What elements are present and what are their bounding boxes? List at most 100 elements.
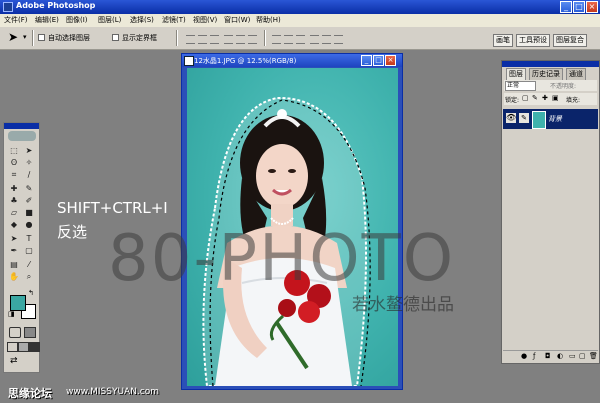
align-bottom-icon[interactable]	[210, 35, 219, 44]
site-name: 思缘论坛	[8, 387, 52, 400]
site-url: www.MISSYUAN.com	[66, 387, 160, 397]
close-button[interactable]: ×	[586, 1, 598, 13]
auto-select-layer-checkbox[interactable]	[38, 34, 45, 41]
title-bar: Adobe Photoshop _ □ ×	[0, 0, 600, 14]
menu-window[interactable]: 窗口(W)	[224, 15, 250, 25]
screen-mode-menubar-icon[interactable]	[18, 342, 29, 352]
layer-row-background[interactable]: 👁 ✎ 背景	[503, 109, 598, 129]
align-left-icon[interactable]	[224, 35, 233, 44]
healing-brush-icon[interactable]: ✚	[8, 183, 20, 194]
clone-stamp-icon[interactable]: ♣	[8, 195, 20, 206]
tab-channels[interactable]: 通道	[566, 68, 586, 80]
hand-tool-icon[interactable]: ✋	[8, 271, 20, 282]
layer-style-icon[interactable]: ƒ	[533, 352, 535, 360]
document-title-bar[interactable]: 12水晶1.JPG @ 12.5%(RGB/8) _ □ ×	[182, 54, 402, 67]
eyedropper-tool-icon[interactable]: ⁄	[23, 259, 35, 270]
screen-mode-standard-icon[interactable]	[7, 342, 18, 352]
lock-position-icon[interactable]: ✚	[542, 94, 548, 102]
action-annotation: 反选	[57, 223, 88, 241]
move-tool-icon[interactable]: ➤	[8, 30, 18, 44]
slice-tool-icon[interactable]: ∕	[23, 169, 35, 180]
foreground-color-swatch[interactable]	[10, 295, 26, 311]
palette-tab-brushes[interactable]: 画笔	[493, 34, 513, 47]
toolbox-header[interactable]	[4, 123, 39, 129]
separator	[264, 30, 266, 46]
layers-panel-header[interactable]	[502, 61, 599, 67]
align-top-icon[interactable]	[186, 35, 195, 44]
doc-maximize-button[interactable]: □	[373, 55, 384, 66]
show-bounding-box-checkbox[interactable]	[112, 34, 119, 41]
layer-mask-icon[interactable]: ◘	[545, 352, 551, 360]
path-selection-icon[interactable]: ➤	[8, 233, 20, 244]
align-hcenter-icon[interactable]	[236, 35, 245, 44]
quick-mask-mode-icon[interactable]	[24, 327, 36, 338]
distribute-vcenter-icon[interactable]	[284, 35, 293, 44]
menu-layer[interactable]: 图层(L)	[98, 15, 121, 25]
watermark-subtext: 若水鳌德出品	[352, 295, 454, 315]
pen-tool-icon[interactable]: ✒	[8, 245, 20, 256]
distribute-bottom-icon[interactable]	[296, 35, 305, 44]
marquee-tool-icon[interactable]: ⬚	[8, 145, 20, 156]
menu-file[interactable]: 文件(F)	[4, 15, 28, 25]
standard-mode-icon[interactable]	[9, 327, 21, 338]
brush-link-icon: ✎	[519, 113, 529, 123]
minimize-button[interactable]: _	[560, 1, 572, 13]
distribute-left-icon[interactable]	[310, 35, 319, 44]
distribute-hcenter-icon[interactable]	[322, 35, 331, 44]
dodge-tool-icon[interactable]: ●	[23, 219, 35, 230]
window-title: Adobe Photoshop	[16, 1, 96, 10]
lock-transparency-icon[interactable]: ▢	[522, 94, 529, 102]
align-vcenter-icon[interactable]	[198, 35, 207, 44]
auto-select-layer-label: 自动选择图层	[48, 34, 90, 42]
lasso-tool-icon[interactable]: ʘ	[8, 157, 20, 168]
new-layer-icon[interactable]: ▢	[579, 352, 586, 360]
distribute-right-icon[interactable]	[334, 35, 343, 44]
doc-close-button[interactable]: ×	[385, 55, 396, 66]
palette-tab-layer-comps[interactable]: 图层复合	[553, 34, 587, 47]
link-layers-icon[interactable]: ●	[521, 352, 527, 360]
type-tool-icon[interactable]: T	[23, 233, 35, 244]
blur-tool-icon[interactable]: ◆	[8, 219, 20, 230]
menu-view[interactable]: 视图(V)	[193, 15, 217, 25]
lock-all-icon[interactable]: ▣	[552, 94, 559, 102]
brush-tool-icon[interactable]: ✎	[23, 183, 35, 194]
maximize-button[interactable]: □	[573, 1, 585, 13]
layer-name: 背景	[548, 115, 562, 123]
menu-filter[interactable]: 滤镜(T)	[162, 15, 186, 25]
blend-mode-select[interactable]: 正常	[505, 81, 536, 91]
gradient-tool-icon[interactable]: ■	[23, 207, 35, 218]
jump-to-imageready-icon[interactable]: ⇄	[10, 356, 18, 366]
adobe-online-icon[interactable]	[8, 131, 36, 141]
swap-colors-icon[interactable]: ↰	[28, 289, 34, 297]
eye-icon[interactable]: 👁	[506, 113, 516, 123]
menu-help[interactable]: 帮助(H)	[256, 15, 281, 25]
move-tool-icon[interactable]: ➤	[23, 145, 35, 156]
history-brush-icon[interactable]: ✐	[23, 195, 35, 206]
tool-preset-dropdown-icon[interactable]: ▾	[23, 33, 27, 41]
crop-tool-icon[interactable]: ⌗	[8, 169, 20, 180]
eraser-tool-icon[interactable]: ▱	[8, 207, 20, 218]
tab-layers[interactable]: 图层	[506, 68, 526, 80]
photoshop-app-icon	[3, 2, 13, 12]
tab-history[interactable]: 历史记录	[529, 68, 563, 80]
menu-edit[interactable]: 编辑(E)	[35, 15, 59, 25]
document-title: 12水晶1.JPG @ 12.5%(RGB/8)	[194, 57, 297, 65]
distribute-top-icon[interactable]	[272, 35, 281, 44]
align-right-icon[interactable]	[248, 35, 257, 44]
screen-mode-full-icon[interactable]	[29, 342, 40, 352]
menu-select[interactable]: 选择(S)	[130, 15, 154, 25]
lock-image-icon[interactable]: ✎	[532, 94, 538, 102]
magic-wand-tool-icon[interactable]: ✧	[23, 157, 35, 168]
palette-tab-tool-presets[interactable]: 工具预设	[516, 34, 550, 47]
doc-minimize-button[interactable]: _	[361, 55, 372, 66]
separator	[176, 30, 178, 46]
delete-layer-icon[interactable]: 🗑	[589, 352, 598, 360]
blend-row: 正常 不透明度:	[504, 80, 597, 91]
menu-image[interactable]: 图像(I)	[66, 15, 88, 25]
adjustment-layer-icon[interactable]: ◐	[557, 352, 563, 360]
notes-tool-icon[interactable]: ▤	[8, 259, 20, 270]
shape-tool-icon[interactable]: ▢	[23, 245, 35, 256]
zoom-tool-icon[interactable]: ⌕	[23, 271, 35, 282]
default-colors-icon[interactable]: ◨	[8, 310, 15, 318]
new-group-icon[interactable]: ▭	[569, 352, 576, 360]
